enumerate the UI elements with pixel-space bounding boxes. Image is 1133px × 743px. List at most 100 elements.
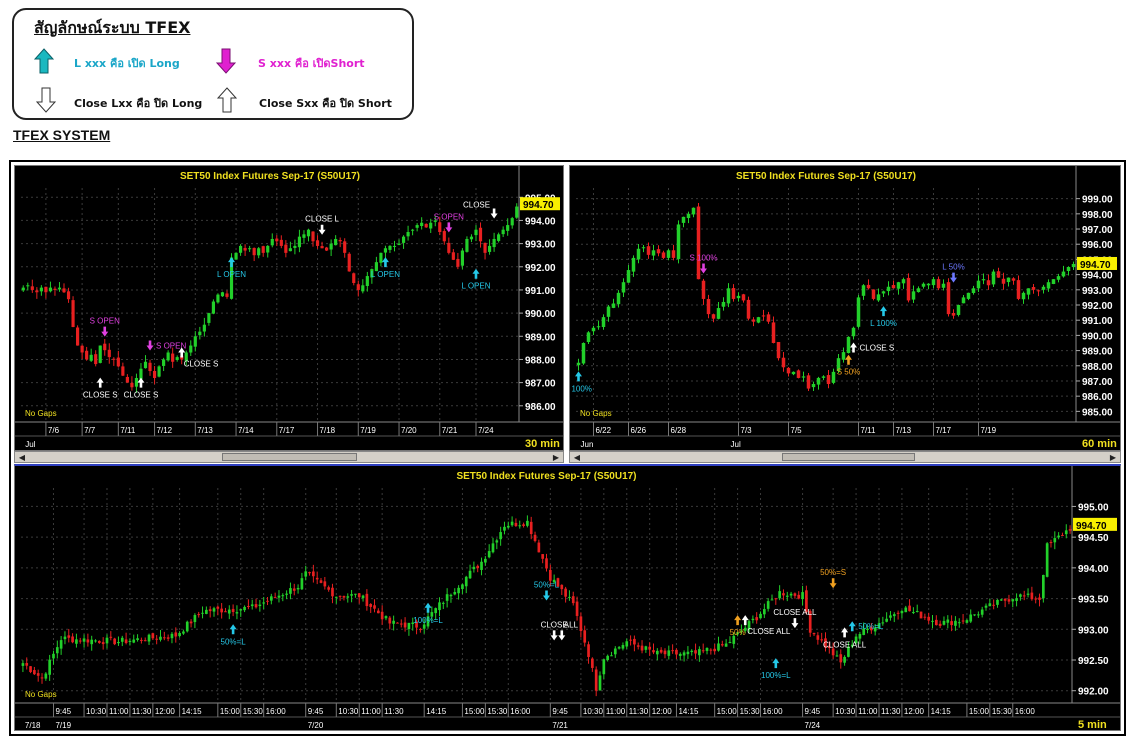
candle-body: [429, 222, 433, 229]
candle: [690, 649, 694, 656]
candle-body: [934, 619, 938, 626]
candle-body: [501, 229, 505, 235]
candle-body: [510, 218, 514, 226]
candle-body: [966, 292, 971, 299]
y-tick-label: 996.00: [1082, 240, 1113, 251]
candle-body: [279, 239, 283, 246]
candle-body: [675, 649, 678, 655]
chart-30min[interactable]: SET50 Index Futures Sep-17 (S50U17)995.0…: [14, 165, 564, 451]
candle: [941, 279, 946, 291]
candle: [48, 281, 53, 293]
candle: [811, 381, 816, 392]
y-tick-label: 991.00: [1082, 316, 1113, 327]
candle-body: [48, 287, 53, 292]
scroll-left-button[interactable]: ◀: [570, 452, 584, 462]
signal-marker: 50%=L: [534, 581, 560, 601]
candle-body: [484, 558, 487, 563]
candle: [576, 358, 581, 371]
candle-body: [342, 595, 346, 598]
candle-body: [741, 294, 746, 301]
candle-body: [399, 623, 403, 625]
candle-body: [919, 611, 923, 619]
candle: [1049, 539, 1053, 548]
candle-body: [506, 525, 510, 528]
candle: [999, 598, 1003, 601]
candle: [583, 625, 587, 647]
candle-body: [1034, 598, 1038, 600]
charts-frame: SET50 Index Futures Sep-17 (S50U17) 995.0…: [9, 160, 1126, 736]
x-tick-label: 15:30: [243, 707, 264, 716]
candle-body: [755, 617, 759, 621]
signal-label: CLOSE: [463, 200, 490, 209]
x-tick-label: 11:00: [858, 707, 878, 716]
scrollbar-30min[interactable]: ◀ ▶: [14, 451, 564, 463]
y-tick-label: 993.00: [525, 240, 556, 251]
chart-5min[interactable]: SET50 Index Futures Sep-17 (S50U17) 995.0…: [14, 464, 1121, 731]
timeframe-label: 30 min: [525, 438, 560, 450]
chart-60min[interactable]: SET50 Index Futures Sep-17 (S50U17) 999.0…: [569, 165, 1121, 451]
candle: [896, 281, 901, 295]
candle: [166, 634, 170, 642]
system-title: TFEX SYSTEM: [13, 127, 111, 143]
scroll-thumb[interactable]: [222, 453, 357, 461]
candle: [261, 245, 265, 257]
candle: [315, 571, 319, 585]
candle: [636, 244, 641, 264]
candle-body: [791, 371, 796, 375]
candle: [392, 240, 397, 252]
candle-body: [871, 289, 876, 299]
candle-body: [143, 361, 148, 369]
candle-body: [216, 294, 220, 303]
white-down-arrow-icon: [36, 87, 56, 113]
x-tick-label: 6/28: [671, 426, 687, 435]
candle-body: [671, 650, 674, 652]
candle: [26, 282, 30, 291]
candle: [533, 531, 537, 543]
candle: [75, 633, 78, 648]
candle: [1036, 289, 1041, 297]
x-tick-label: 7/5: [791, 426, 803, 435]
candle: [751, 317, 756, 327]
scroll-thumb[interactable]: [782, 453, 915, 461]
candle: [293, 239, 297, 255]
candle: [927, 612, 931, 624]
candle: [706, 294, 711, 319]
x-tick-label: 7/13: [896, 426, 912, 435]
candle-body: [1021, 292, 1026, 300]
candle: [238, 244, 243, 256]
signal-marker: CLOSE: [463, 200, 498, 219]
candle: [785, 591, 789, 602]
candle: [361, 279, 365, 294]
candle: [594, 666, 598, 697]
candle-body: [406, 232, 410, 237]
candle: [656, 245, 661, 257]
candle: [610, 651, 613, 657]
x-tick-label: 11:00: [361, 707, 381, 716]
scroll-right-button[interactable]: ▶: [549, 452, 563, 462]
candle: [633, 635, 636, 652]
candle: [579, 612, 583, 638]
candle-body: [1006, 277, 1011, 283]
candle-body: [273, 597, 277, 599]
scroll-right-button[interactable]: ▶: [1106, 452, 1120, 462]
candle-body: [756, 317, 761, 323]
candle-body: [843, 656, 846, 663]
candle: [239, 608, 243, 617]
signal-up-arrow-icon: [229, 624, 237, 635]
candle: [626, 264, 631, 283]
candle: [57, 282, 62, 292]
candle-body: [175, 357, 179, 360]
candle: [289, 582, 292, 600]
candle-body: [835, 655, 839, 657]
scrollbar-60min[interactable]: ◀ ▶: [569, 451, 1121, 463]
candle-body: [67, 635, 71, 638]
candle: [506, 521, 510, 529]
candle: [510, 216, 514, 229]
candle-body: [468, 570, 472, 579]
candle: [320, 241, 324, 249]
scroll-left-button[interactable]: ◀: [15, 452, 29, 462]
x-tick-label: 7/20: [401, 426, 417, 435]
candle: [495, 538, 499, 550]
y-tick-label: 995.00: [1078, 502, 1109, 513]
candle: [445, 588, 449, 608]
